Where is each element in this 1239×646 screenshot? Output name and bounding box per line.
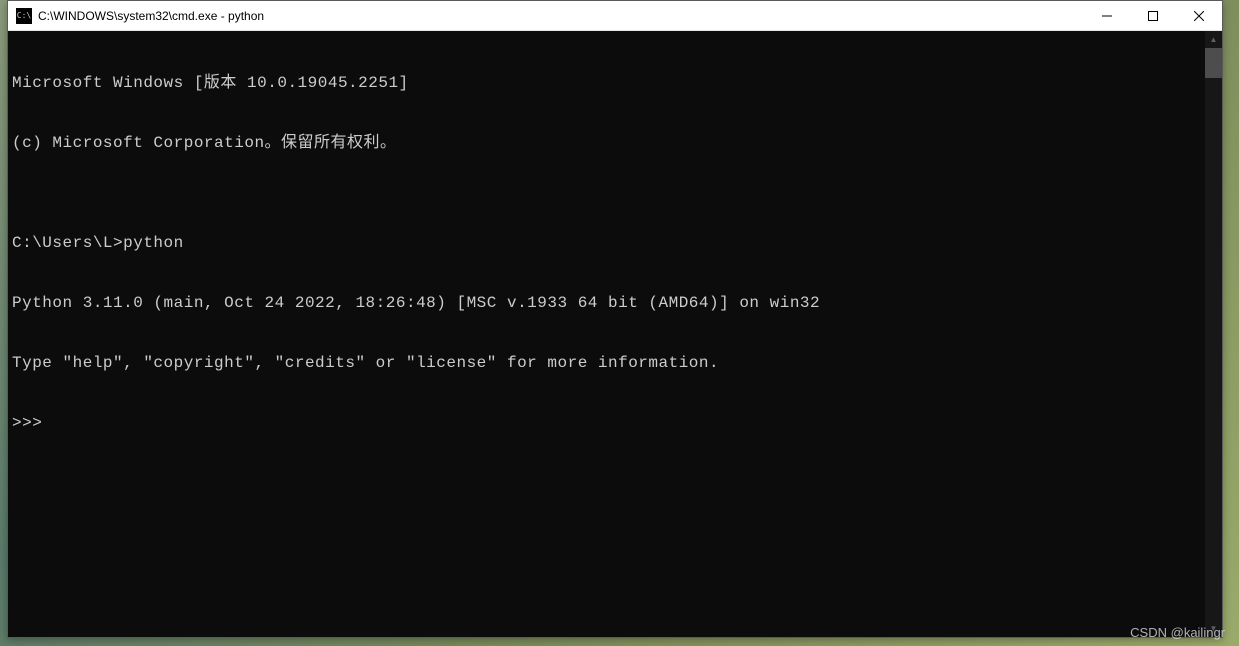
scroll-down-arrow-icon[interactable]: ▼	[1205, 620, 1222, 637]
vertical-scrollbar[interactable]: ▲ ▼	[1205, 31, 1222, 637]
cmd-window: C:\ C:\WINDOWS\system32\cmd.exe - python…	[7, 0, 1223, 638]
close-button[interactable]	[1176, 1, 1222, 30]
scroll-up-arrow-icon[interactable]: ▲	[1205, 31, 1222, 48]
titlebar[interactable]: C:\ C:\WINDOWS\system32\cmd.exe - python	[8, 1, 1222, 31]
maximize-button[interactable]	[1130, 1, 1176, 30]
window-controls	[1084, 1, 1222, 30]
terminal-prompt: >>>	[12, 413, 1201, 433]
terminal-line: Type "help", "copyright", "credits" or "…	[12, 353, 1201, 373]
terminal-area: Microsoft Windows [版本 10.0.19045.2251] (…	[8, 31, 1222, 637]
maximize-icon	[1148, 11, 1158, 21]
window-title: C:\WINDOWS\system32\cmd.exe - python	[38, 1, 1084, 31]
terminal-line: (c) Microsoft Corporation。保留所有权利。	[12, 133, 1201, 153]
terminal-line: Python 3.11.0 (main, Oct 24 2022, 18:26:…	[12, 293, 1201, 313]
minimize-button[interactable]	[1084, 1, 1130, 30]
terminal-line: Microsoft Windows [版本 10.0.19045.2251]	[12, 73, 1201, 93]
terminal-content[interactable]: Microsoft Windows [版本 10.0.19045.2251] (…	[8, 31, 1205, 637]
close-icon	[1194, 11, 1204, 21]
minimize-icon	[1102, 11, 1112, 21]
cmd-icon: C:\	[16, 8, 32, 24]
scrollbar-thumb[interactable]	[1205, 48, 1222, 78]
scrollbar-track[interactable]	[1205, 48, 1222, 620]
terminal-line: C:\Users\L>python	[12, 233, 1201, 253]
